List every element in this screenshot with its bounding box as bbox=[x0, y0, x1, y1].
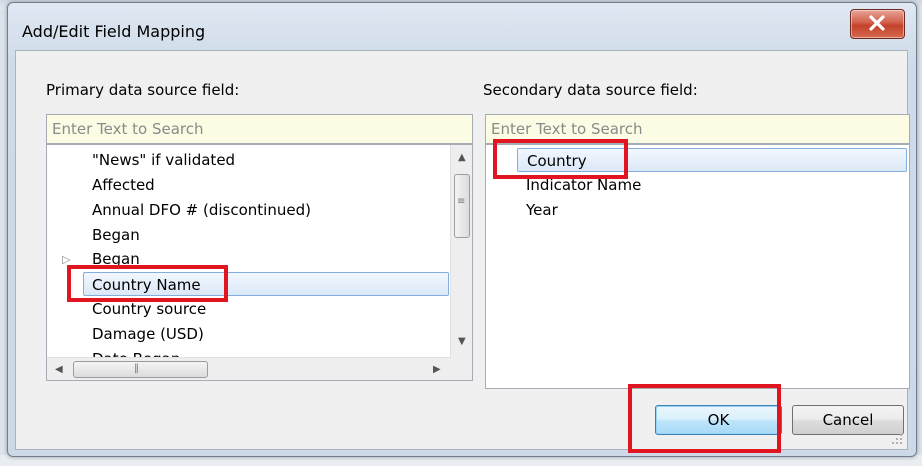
list-item[interactable]: Year bbox=[526, 198, 558, 222]
list-item[interactable]: Country source bbox=[92, 297, 206, 321]
secondary-search-input[interactable] bbox=[485, 114, 910, 144]
horizontal-scrollbar[interactable]: ◀ ‖ ▶ bbox=[47, 357, 450, 380]
ok-button[interactable]: OK bbox=[655, 405, 782, 435]
secondary-field-list[interactable]: Country Indicator Name Year bbox=[485, 144, 910, 389]
triangle-right-icon[interactable]: ▷ bbox=[62, 253, 70, 266]
close-x-icon bbox=[869, 15, 885, 31]
arrow-right-icon[interactable]: ▶ bbox=[433, 365, 441, 375]
list-item[interactable]: Annual DFO # (discontinued) bbox=[92, 198, 311, 222]
close-button[interactable] bbox=[850, 9, 905, 39]
grip-icon: ‖ bbox=[134, 363, 139, 374]
cancel-button[interactable]: Cancel bbox=[792, 405, 904, 435]
arrow-down-icon[interactable]: ▼ bbox=[458, 337, 466, 347]
field-mapping-dialog: Add/Edit Field Mapping Primary data sour… bbox=[7, 2, 917, 457]
primary-field-label: Primary data source field: bbox=[46, 81, 240, 99]
arrow-up-icon[interactable]: ▲ bbox=[458, 153, 466, 163]
scroll-corner bbox=[450, 357, 472, 380]
secondary-field-label: Secondary data source field: bbox=[483, 81, 698, 99]
list-item[interactable]: Began bbox=[92, 247, 140, 271]
dialog-title: Add/Edit Field Mapping bbox=[22, 22, 206, 41]
dialog-client-area: Primary data source field: Secondary dat… bbox=[15, 50, 910, 450]
primary-field-list[interactable]: "News" if validated Affected Annual DFO … bbox=[46, 144, 473, 381]
hscroll-thumb[interactable]: ‖ bbox=[73, 361, 208, 378]
list-item[interactable]: Began bbox=[92, 223, 140, 247]
list-item[interactable]: Indicator Name bbox=[526, 173, 641, 197]
grip-icon: ≡ bbox=[457, 196, 466, 207]
primary-search-input[interactable] bbox=[46, 114, 473, 144]
list-item[interactable]: "News" if validated bbox=[92, 148, 235, 172]
list-item[interactable]: Affected bbox=[92, 173, 155, 197]
list-item[interactable]: Damage (USD) bbox=[92, 322, 204, 346]
vertical-scrollbar[interactable]: ▲ ≡ ▼ bbox=[450, 145, 472, 357]
scroll-thumb[interactable]: ≡ bbox=[454, 174, 470, 238]
list-item-selected[interactable]: Country Name bbox=[83, 272, 449, 296]
list-item-selected[interactable]: Country bbox=[517, 148, 907, 172]
resize-grip-icon[interactable] bbox=[891, 433, 903, 445]
arrow-left-icon[interactable]: ◀ bbox=[55, 365, 63, 375]
